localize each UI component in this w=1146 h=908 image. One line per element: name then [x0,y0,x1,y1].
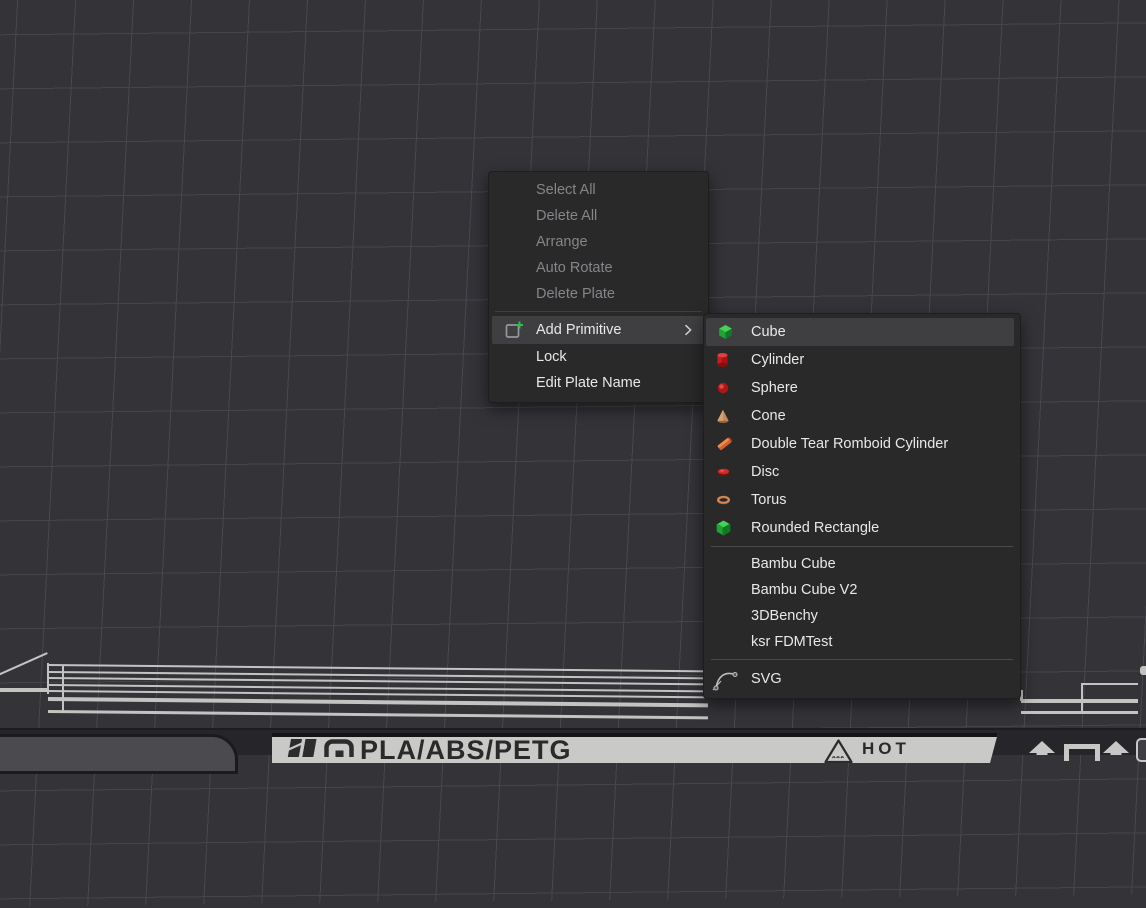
menu-item-label: Add Primitive [536,322,621,338]
plate-square-marking [1064,744,1100,761]
menu-item-cube[interactable]: Cube [706,318,1014,346]
menu-item-label: Select All [536,182,596,198]
sphere-icon [716,381,730,395]
menu-item-delete-all: Delete All [489,203,708,229]
menu-item-3dbenchy[interactable]: 3DBenchy [704,603,1020,629]
menu-item-label: Cylinder [751,352,804,368]
menu-item-label: Double Tear Romboid Cylinder [751,436,948,452]
plate-corner-marking [1136,738,1146,762]
bambu-logo-icon [284,739,320,757]
plate-type-icon [324,739,354,757]
menu-item-label: Cone [751,408,786,424]
menu-item-delete-plate: Delete Plate [489,281,708,307]
menu-item-sphere[interactable]: Sphere [704,374,1020,402]
menu-item-auto-rotate: Auto Rotate [489,255,708,281]
menu-item-torus[interactable]: Torus [704,486,1020,514]
lift-arrow-icon [1026,741,1058,755]
menu-item-rounded-rectangle[interactable]: Rounded Rectangle [704,514,1020,542]
menu-item-bambu-cube-v2[interactable]: Bambu Cube V2 [704,577,1020,603]
menu-separator [495,311,702,312]
hot-warning-triangle-icon [823,738,854,764]
menu-item-bambu-cube[interactable]: Bambu Cube [704,551,1020,577]
menu-item-label: Bambu Cube V2 [751,582,857,598]
plate-line-endcap [1140,666,1146,675]
cube-icon [718,324,733,340]
menu-item-label: Arrange [536,234,588,250]
menu-item-arrange: Arrange [489,229,708,255]
menu-item-add-primitive[interactable]: Add Primitive [492,316,705,344]
menu-item-edit-plate-name[interactable]: Edit Plate Name [489,370,708,396]
torus-icon [716,495,731,506]
menu-separator [711,659,1013,660]
plate-handle-tab [0,734,238,774]
menu-item-label: Torus [751,492,786,508]
menu-item-label: Disc [751,464,779,480]
menu-item-label: Edit Plate Name [536,375,641,391]
menu-item-label: 3DBenchy [751,608,818,624]
add-primitive-icon [504,320,524,340]
lift-arrow-icon [1100,741,1132,755]
double-tear-romboid-cylinder-icon [716,436,733,453]
context-menu: Select All Delete All Arrange Auto Rotate De… [488,171,709,403]
menu-item-label: Delete Plate [536,286,615,302]
submenu-arrow-icon [684,324,692,336]
menu-item-label: SVG [751,671,782,687]
menu-item-disc[interactable]: Disc [704,458,1020,486]
menu-item-label: Lock [536,349,567,365]
menu-item-cylinder[interactable]: Cylinder [704,346,1020,374]
plate-hot-label: HOT [862,738,910,760]
plate-material-label: PLA/ABS/PETG [360,737,572,763]
menu-item-label: Auto Rotate [536,260,613,276]
menu-item-ksr-fdmtest[interactable]: ksr FDMTest [704,629,1020,655]
menu-item-label: Delete All [536,208,597,224]
menu-item-svg[interactable]: SVG [704,664,1020,694]
menu-item-label: Bambu Cube [751,556,836,572]
cone-icon [716,409,730,424]
menu-item-label: Cube [751,324,786,340]
add-primitive-submenu: Cube Cylinder Sphere Cone Double Tear Romboi… [703,313,1021,699]
rounded-rectangle-icon [716,520,731,536]
svg-bezier-icon [712,667,739,691]
disc-icon [716,466,731,478]
menu-item-label: Sphere [751,380,798,396]
menu-item-cone[interactable]: Cone [704,402,1020,430]
menu-item-lock[interactable]: Lock [489,344,708,370]
menu-item-label: ksr FDMTest [751,634,832,650]
menu-item-select-all: Select All [489,177,708,203]
menu-item-label: Rounded Rectangle [751,520,879,536]
plate-material-bar: PLA/ABS/PETG HOT [272,733,998,763]
plate-front-border [0,728,1146,730]
plate-front-strip: PLA/ABS/PETG HOT [0,728,1146,755]
menu-separator [711,546,1013,547]
menu-item-double-tear-romboid-cylinder[interactable]: Double Tear Romboid Cylinder [704,430,1020,458]
cylinder-icon [716,352,729,368]
